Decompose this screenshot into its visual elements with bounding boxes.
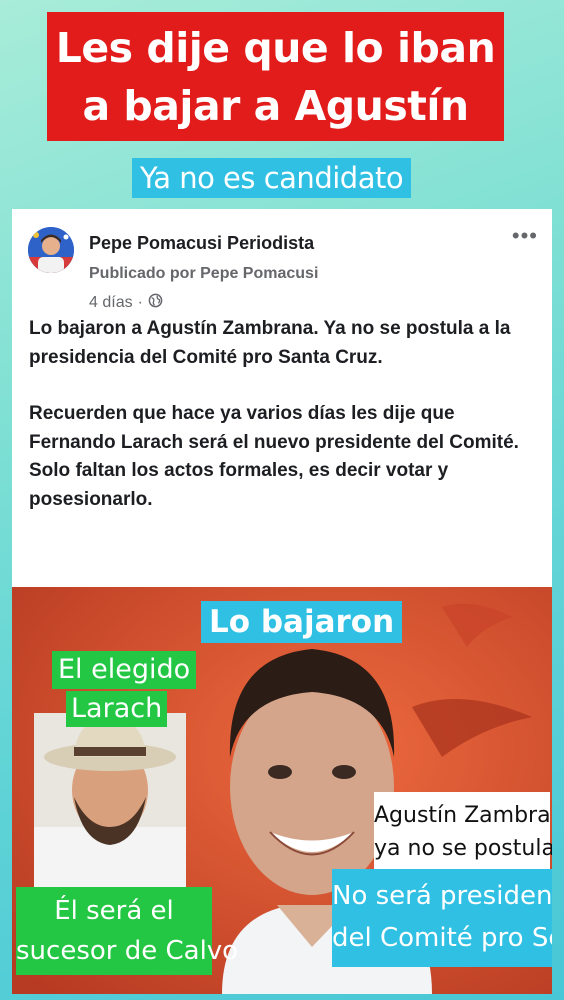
globe-icon [148,293,163,313]
label-sucesor-line-1: Él será el [54,896,174,926]
headline-line-2: a bajar a Agustín [82,81,469,130]
post-text: Lo bajaron a Agustín Zambrana. Ya no se … [29,315,544,542]
label-larach: Larach [66,691,168,727]
label-lo-bajaron: Lo bajaron [201,601,403,643]
label-no-sera-line-1: No será presidente [332,881,552,911]
subhead-banner: Ya no es candidato [132,158,412,198]
label-no-sera-line-2: del Comité pro Scz [332,923,552,953]
published-by: Publicado por Pepe Pomacusi [89,265,319,282]
meta-separator: · [137,294,143,311]
label-agustin-line-2: ya no se postula [374,836,552,861]
post-image[interactable]: Lo bajaron El elegido Larach Él será el … [12,587,552,994]
more-options-icon[interactable]: ••• [512,223,538,249]
post-meta: 4 días · [89,293,163,313]
label-no-sera-presidente: No será presidente del Comité pro Scz [332,869,552,967]
page-name-link[interactable]: Pepe Pomacusi Periodista [89,233,314,254]
label-sucesor-line-2: sucesor de Calvo [16,936,239,966]
label-el-elegido: El elegido [52,651,197,689]
label-agustin: Agustín Zambrana ya no se postula [374,792,552,870]
label-sucesor: Él será el sucesor de Calvo [16,887,239,975]
headline-banner: Les dije que lo iban a bajar a Agustín [47,12,504,141]
facebook-post-card: Pepe Pomacusi Periodista Publicado por P… [12,209,552,994]
post-paragraph-1: Lo bajaron a Agustín Zambrana. Ya no se … [29,318,511,368]
post-time[interactable]: 4 días [89,294,133,312]
avatar[interactable] [28,227,74,273]
label-agustin-line-1: Agustín Zambrana [374,803,552,828]
post-paragraph-2: Recuerden que hace ya varios días les di… [29,403,519,510]
headline-line-1: Les dije que lo iban [55,23,496,72]
